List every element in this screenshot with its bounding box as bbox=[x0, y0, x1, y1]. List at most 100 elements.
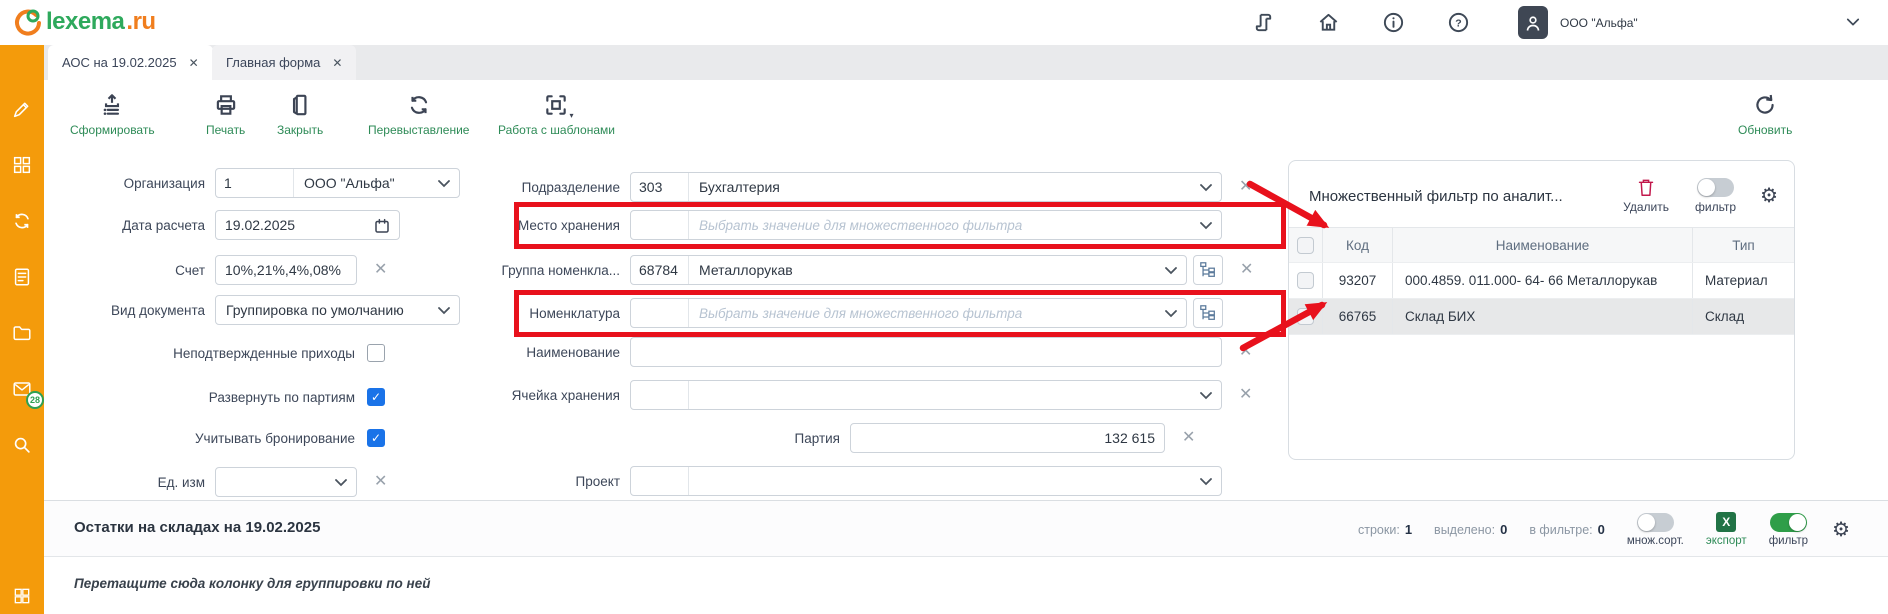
chevron-down-icon[interactable] bbox=[1200, 392, 1212, 400]
sidebar-item-folders[interactable] bbox=[10, 321, 34, 345]
table-row[interactable]: 93207 000.4859. 011.000- 64- 66 Металлор… bbox=[1289, 263, 1794, 299]
tab-main-form[interactable]: Главная форма ✕ bbox=[212, 45, 357, 80]
multisort-toggle-group[interactable]: множ.сорт. bbox=[1627, 512, 1684, 547]
panel-filter-toggle[interactable] bbox=[1697, 178, 1735, 197]
reservation-checkbox[interactable] bbox=[367, 429, 385, 447]
chevron-down-icon[interactable] bbox=[1844, 13, 1862, 31]
nomen-group-select[interactable]: 68784 Металлорукав bbox=[630, 255, 1187, 285]
header-type[interactable]: Тип bbox=[1693, 228, 1794, 262]
blocks-icon bbox=[13, 156, 31, 174]
contracts-icon[interactable] bbox=[1252, 11, 1275, 34]
sidebar-item-mail[interactable]: 28 bbox=[10, 377, 44, 409]
nomenclature-tree-button[interactable] bbox=[1193, 298, 1223, 328]
chevron-down-icon[interactable] bbox=[1200, 478, 1212, 486]
header-name[interactable]: Наименование bbox=[1393, 228, 1693, 262]
storage-cell-code-input[interactable] bbox=[631, 381, 689, 409]
nomenclature-code-input[interactable] bbox=[631, 299, 689, 327]
nomenclature-multiselect[interactable]: Выбрать значение для множественного филь… bbox=[630, 298, 1187, 328]
project-value bbox=[689, 467, 1221, 495]
clear-icon[interactable]: ✕ bbox=[1239, 179, 1252, 195]
chevron-down-icon[interactable] bbox=[1200, 184, 1212, 192]
chevron-down-icon[interactable] bbox=[1200, 222, 1212, 230]
tab-close-icon[interactable]: ✕ bbox=[332, 56, 342, 70]
batch-input[interactable]: 132 615 bbox=[850, 423, 1165, 453]
account-input[interactable]: 10%,21%,4%,08% bbox=[215, 255, 357, 285]
export-label: экспорт bbox=[1705, 535, 1747, 547]
project-select[interactable] bbox=[630, 466, 1222, 496]
print-button[interactable]: Печать bbox=[206, 92, 245, 137]
sidebar-item-apps[interactable] bbox=[10, 153, 34, 177]
clear-icon[interactable]: ✕ bbox=[374, 474, 387, 490]
clear-icon[interactable]: ✕ bbox=[374, 262, 387, 278]
row-checkbox[interactable] bbox=[1297, 308, 1314, 325]
department-code-input[interactable]: 303 bbox=[631, 173, 689, 201]
unconfirmed-checkbox[interactable] bbox=[367, 344, 385, 362]
storage-place-code-input[interactable] bbox=[631, 211, 689, 239]
sidebar-item-grid[interactable] bbox=[0, 586, 44, 606]
organization-select[interactable]: 1 ООО "Альфа" bbox=[215, 168, 460, 198]
refresh-button[interactable]: Обновить bbox=[1738, 92, 1792, 137]
clear-icon[interactable]: ✕ bbox=[1240, 262, 1253, 278]
calendar-icon[interactable] bbox=[373, 217, 391, 235]
close-label: Закрыть bbox=[277, 123, 324, 137]
info-icon[interactable] bbox=[1382, 11, 1405, 34]
header-checkbox-cell bbox=[1289, 228, 1323, 262]
row-checkbox[interactable] bbox=[1297, 272, 1314, 289]
grid-gear-icon[interactable]: ⚙ bbox=[1832, 520, 1850, 540]
unit-select[interactable] bbox=[215, 467, 357, 497]
toggle-knob bbox=[1788, 513, 1806, 531]
project-code-input[interactable] bbox=[631, 467, 689, 495]
field-row-storage-place: Место хранения Выбрать значение для множ… bbox=[440, 210, 1222, 240]
multisort-toggle[interactable] bbox=[1636, 512, 1674, 532]
chevron-down-icon[interactable] bbox=[335, 479, 347, 487]
person-icon bbox=[1526, 15, 1540, 31]
rows-stat: строки: 1 bbox=[1358, 522, 1412, 537]
name-input[interactable] bbox=[630, 337, 1222, 367]
table-row[interactable]: 66765 Склад БИХ Склад bbox=[1289, 299, 1794, 335]
clear-icon[interactable]: ✕ bbox=[1239, 387, 1252, 403]
storage-cell-select[interactable] bbox=[630, 380, 1222, 410]
generate-icon bbox=[103, 94, 120, 115]
clear-icon[interactable]: ✕ bbox=[1239, 344, 1252, 360]
home-icon[interactable] bbox=[1317, 11, 1340, 34]
storage-place-multiselect[interactable]: Выбрать значение для множественного филь… bbox=[630, 210, 1222, 240]
lexema-logo[interactable]: lexema .ru bbox=[14, 6, 156, 38]
chevron-down-icon[interactable] bbox=[1165, 267, 1177, 275]
delete-button[interactable]: Удалить bbox=[1623, 178, 1669, 214]
excel-icon: X bbox=[1716, 512, 1737, 532]
templates-button[interactable]: ▾ Работа с шаблонами bbox=[498, 92, 615, 137]
sidebar-item-edit[interactable] bbox=[10, 97, 34, 121]
calc-date-value: 19.02.2025 bbox=[225, 217, 296, 233]
grid-filter-label: фильтр bbox=[1768, 534, 1809, 547]
export-button[interactable]: X экспорт bbox=[1706, 512, 1747, 547]
tab-close-icon[interactable]: ✕ bbox=[189, 56, 199, 70]
select-all-checkbox[interactable] bbox=[1297, 236, 1314, 254]
grid-filter-toggle-group[interactable]: фильтр bbox=[1768, 512, 1809, 547]
department-select[interactable]: 303 Бухгалтерия bbox=[630, 172, 1222, 202]
sidebar-item-search[interactable] bbox=[10, 433, 34, 457]
close-button[interactable]: Закрыть bbox=[277, 92, 323, 137]
calc-date-input[interactable]: 19.02.2025 bbox=[215, 210, 400, 240]
organization-code-input[interactable]: 1 bbox=[216, 169, 294, 197]
nomen-group-tree-button[interactable] bbox=[1193, 255, 1223, 285]
sidebar-item-sync[interactable] bbox=[10, 209, 34, 233]
user-avatar[interactable] bbox=[1518, 6, 1548, 39]
expand-batches-checkbox[interactable] bbox=[367, 388, 385, 406]
grid-controls: строки: 1 выделено: 0 в фильтре: 0 множ.… bbox=[1358, 501, 1850, 558]
chevron-down-icon[interactable] bbox=[1165, 310, 1177, 318]
doc-type-select[interactable]: Группировка по умолчанию bbox=[215, 295, 460, 325]
panel-gear-icon[interactable]: ⚙ bbox=[1760, 186, 1778, 206]
grid-title: Остатки на складах на 19.02.2025 bbox=[74, 519, 321, 536]
panel-filter-toggle-group[interactable]: фильтр bbox=[1695, 178, 1736, 214]
reissue-button[interactable]: Перевыставление bbox=[368, 92, 469, 137]
nomen-group-code-input[interactable]: 68784 bbox=[631, 256, 689, 284]
tab-aoc[interactable]: АОС на 19.02.2025 ✕ bbox=[48, 45, 213, 80]
toggle-knob bbox=[1698, 179, 1716, 196]
help-icon[interactable]: ? bbox=[1447, 11, 1470, 34]
clear-icon[interactable]: ✕ bbox=[1182, 430, 1195, 446]
generate-button[interactable]: Сформировать bbox=[70, 92, 155, 137]
sidebar-item-documents[interactable] bbox=[10, 265, 34, 289]
grid-filter-toggle[interactable] bbox=[1769, 512, 1807, 532]
storage-cell-value bbox=[689, 381, 1221, 409]
header-code[interactable]: Код bbox=[1323, 228, 1393, 262]
